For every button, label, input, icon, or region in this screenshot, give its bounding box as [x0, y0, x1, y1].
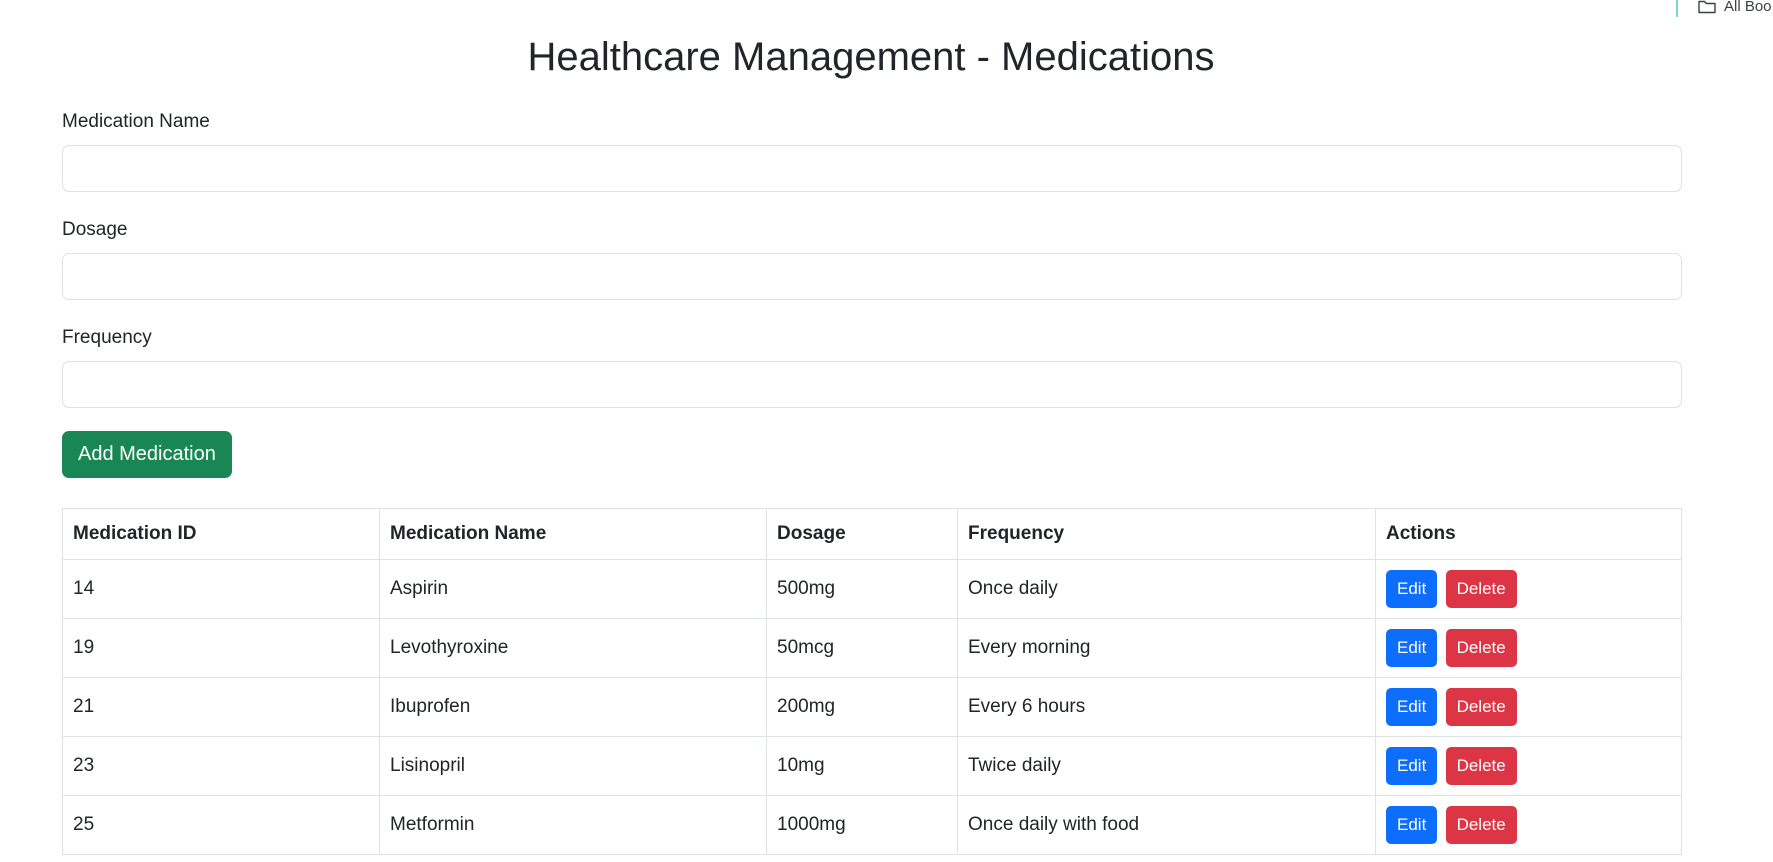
cell-medication-name: Aspirin	[379, 559, 767, 619]
delete-button[interactable]: Delete	[1445, 629, 1517, 667]
header-actions: Actions	[1375, 508, 1682, 560]
cell-medication-name: Ibuprofen	[379, 677, 767, 737]
table-row: 23 Lisinopril 10mg Twice daily Edit Dele…	[62, 736, 1682, 796]
edit-button[interactable]: Edit	[1386, 747, 1438, 785]
cell-medication-name: Metformin	[379, 795, 767, 855]
frequency-group: Frequency	[62, 326, 1682, 408]
table-row: 14 Aspirin 500mg Once daily Edit Delete	[62, 559, 1682, 619]
edit-button[interactable]: Edit	[1386, 570, 1438, 608]
medication-name-input[interactable]	[62, 145, 1682, 192]
cell-medication-name: Lisinopril	[379, 736, 767, 796]
folder-icon	[1698, 0, 1716, 14]
table-row: 21 Ibuprofen 200mg Every 6 hours Edit De…	[62, 677, 1682, 737]
cell-medication-id: 19	[62, 618, 380, 678]
cell-medication-id: 21	[62, 677, 380, 737]
frequency-input[interactable]	[62, 361, 1682, 408]
cell-dosage: 10mg	[766, 736, 958, 796]
bookmarks-bar-divider	[1676, 0, 1678, 17]
cell-actions: Edit Delete	[1375, 559, 1682, 619]
delete-button[interactable]: Delete	[1445, 747, 1517, 785]
cell-frequency: Once daily	[957, 559, 1376, 619]
delete-button[interactable]: Delete	[1445, 688, 1517, 726]
cell-actions: Edit Delete	[1375, 677, 1682, 737]
cell-frequency: Every morning	[957, 618, 1376, 678]
cell-medication-id: 23	[62, 736, 380, 796]
cell-medication-id: 14	[62, 559, 380, 619]
cell-medication-name: Levothyroxine	[379, 618, 767, 678]
medication-name-label: Medication Name	[62, 111, 210, 132]
edit-button[interactable]: Edit	[1386, 688, 1438, 726]
cell-medication-id: 25	[62, 795, 380, 855]
edit-button[interactable]: Edit	[1386, 806, 1438, 844]
medications-table: Medication ID Medication Name Dosage Fre…	[62, 508, 1682, 855]
header-frequency: Frequency	[957, 508, 1376, 560]
cell-dosage: 500mg	[766, 559, 958, 619]
header-medication-name: Medication Name	[379, 508, 767, 560]
medications-table-container: Medication ID Medication Name Dosage Fre…	[62, 508, 1682, 855]
cell-actions: Edit Delete	[1375, 795, 1682, 855]
all-bookmarks-button[interactable]: All Boo	[1698, 0, 1772, 15]
header-medication-id: Medication ID	[62, 508, 380, 560]
all-bookmarks-label: All Boo	[1724, 0, 1772, 15]
table-row: 19 Levothyroxine 50mcg Every morning Edi…	[62, 618, 1682, 678]
cell-actions: Edit Delete	[1375, 618, 1682, 678]
delete-button[interactable]: Delete	[1445, 570, 1517, 608]
cell-dosage: 200mg	[766, 677, 958, 737]
cell-actions: Edit Delete	[1375, 736, 1682, 796]
cell-dosage: 50mcg	[766, 618, 958, 678]
edit-button[interactable]: Edit	[1386, 629, 1438, 667]
cell-frequency: Twice daily	[957, 736, 1376, 796]
cell-frequency: Every 6 hours	[957, 677, 1376, 737]
frequency-label: Frequency	[62, 327, 152, 348]
table-row: 25 Metformin 1000mg Once daily with food…	[62, 795, 1682, 855]
medication-name-group: Medication Name	[62, 110, 1682, 192]
dosage-group: Dosage	[62, 218, 1682, 300]
cell-frequency: Once daily with food	[957, 795, 1376, 855]
dosage-label: Dosage	[62, 219, 128, 240]
add-medication-form: Medication Name Dosage Frequency	[62, 110, 1682, 434]
delete-button[interactable]: Delete	[1445, 806, 1517, 844]
page-title: Healthcare Management - Medications	[527, 35, 1215, 79]
dosage-input[interactable]	[62, 253, 1682, 300]
header-dosage: Dosage	[766, 508, 958, 560]
table-header-row: Medication ID Medication Name Dosage Fre…	[62, 508, 1682, 560]
add-medication-button[interactable]: Add Medication	[62, 431, 232, 478]
cell-dosage: 1000mg	[766, 795, 958, 855]
